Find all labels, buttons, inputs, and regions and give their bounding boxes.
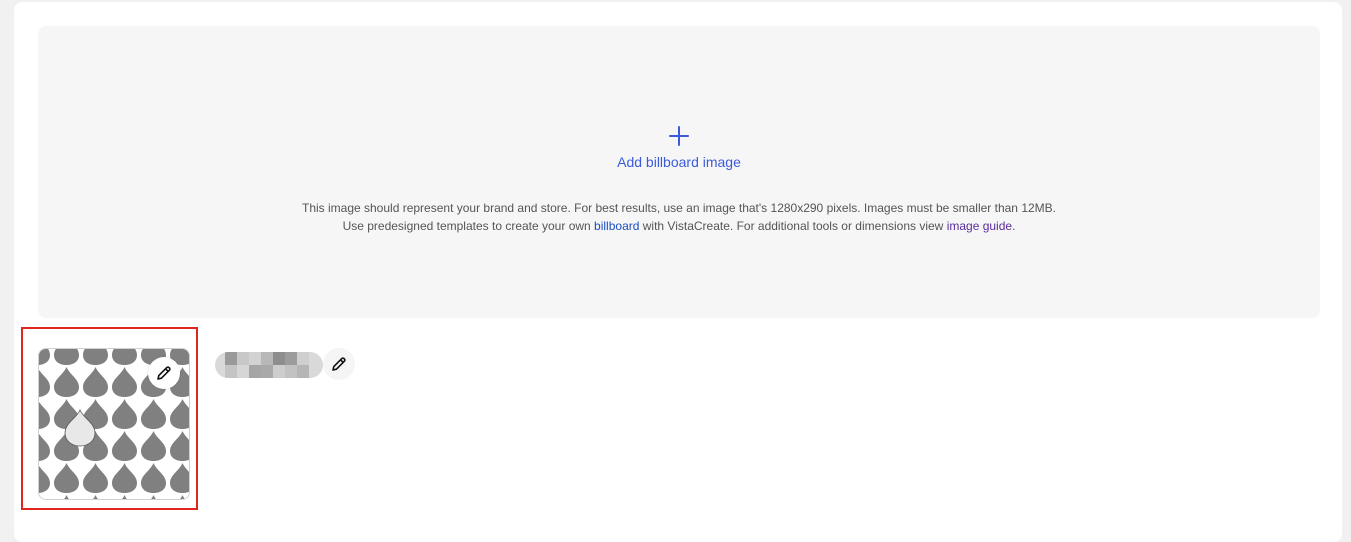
- store-name-redacted: [215, 352, 323, 378]
- image-guide-link[interactable]: image guide: [947, 219, 1012, 233]
- billboard-help-text: This image should represent your brand a…: [38, 199, 1320, 235]
- billboard-upload-area[interactable]: Add billboard image This image should re…: [38, 26, 1320, 318]
- help-line-2-middle: with VistaCreate. For additional tools o…: [639, 219, 947, 233]
- plus-icon: [669, 126, 689, 146]
- add-billboard-label: Add billboard image: [617, 154, 741, 170]
- billboard-link[interactable]: billboard: [594, 219, 639, 233]
- pencil-icon: [157, 366, 171, 380]
- store-settings-card: Add billboard image This image should re…: [14, 2, 1342, 542]
- edit-store-name-button[interactable]: [323, 348, 355, 380]
- add-billboard-button[interactable]: Add billboard image: [599, 126, 759, 170]
- edit-logo-button[interactable]: [148, 357, 180, 389]
- billboard-help-line-2: Use predesigned templates to create your…: [38, 217, 1320, 235]
- page-scrollbar[interactable]: [1342, 0, 1351, 523]
- pencil-icon: [332, 357, 346, 371]
- help-line-2-prefix: Use predesigned templates to create your…: [342, 219, 595, 233]
- billboard-help-line-1: This image should represent your brand a…: [301, 201, 1056, 215]
- help-line-2-suffix: .: [1012, 219, 1016, 233]
